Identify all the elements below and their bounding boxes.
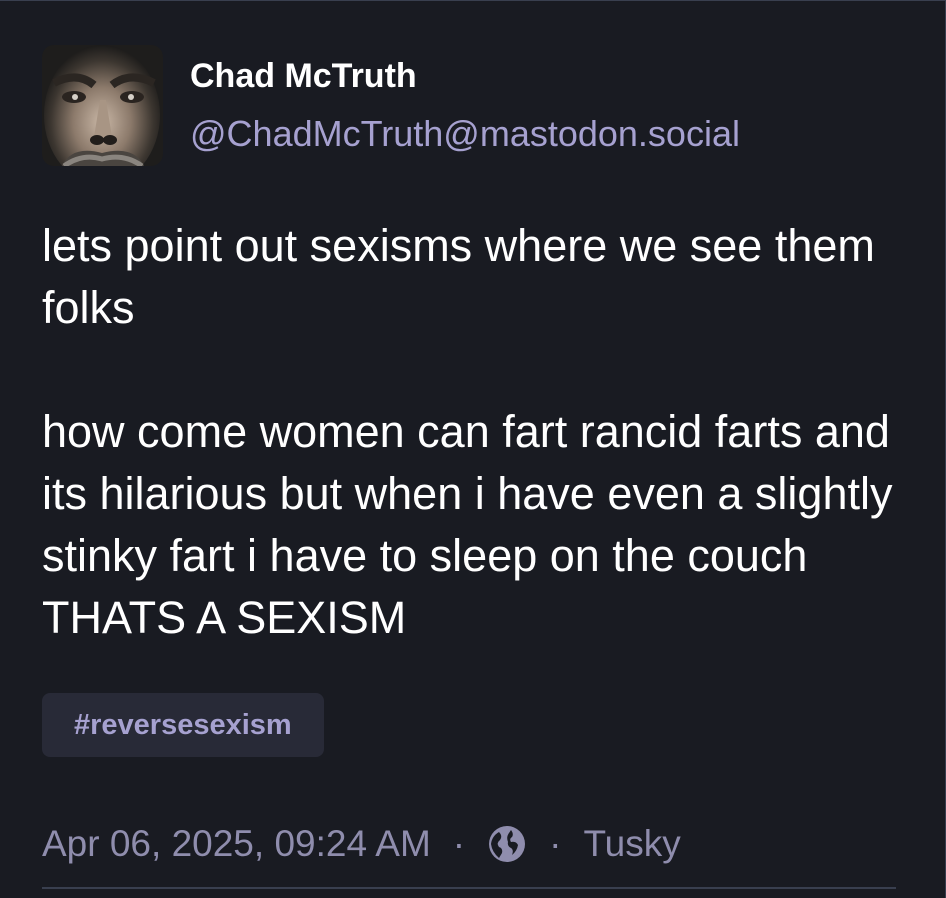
post-paragraph: lets point out sexisms where we see them… — [42, 220, 875, 333]
status-card: Chad McTruth @ChadMcTruth@mastodon.socia… — [0, 0, 946, 898]
application-name[interactable]: Tusky — [583, 823, 680, 865]
meta-separator: · — [452, 823, 466, 864]
account-handle[interactable]: @ChadMcTruth@mastodon.social — [190, 113, 740, 155]
hashtag-reversesexism[interactable]: #reversesexism — [42, 693, 324, 757]
paragraph-spacer — [42, 339, 922, 401]
display-name[interactable]: Chad McTruth — [190, 57, 417, 96]
meta-separator: · — [549, 823, 562, 864]
post-meta: Apr 06, 2025, 09:24 AM · · Tusky — [42, 819, 681, 869]
post-content: lets point out sexisms where we see them… — [42, 215, 922, 649]
globe-icon — [487, 824, 527, 864]
avatar-photo-icon — [42, 45, 163, 166]
post-paragraph: how come women can fart rancid farts and… — [42, 406, 893, 643]
post-timestamp[interactable]: Apr 06, 2025, 09:24 AM — [42, 823, 431, 865]
avatar[interactable] — [42, 45, 163, 166]
divider — [42, 887, 896, 889]
